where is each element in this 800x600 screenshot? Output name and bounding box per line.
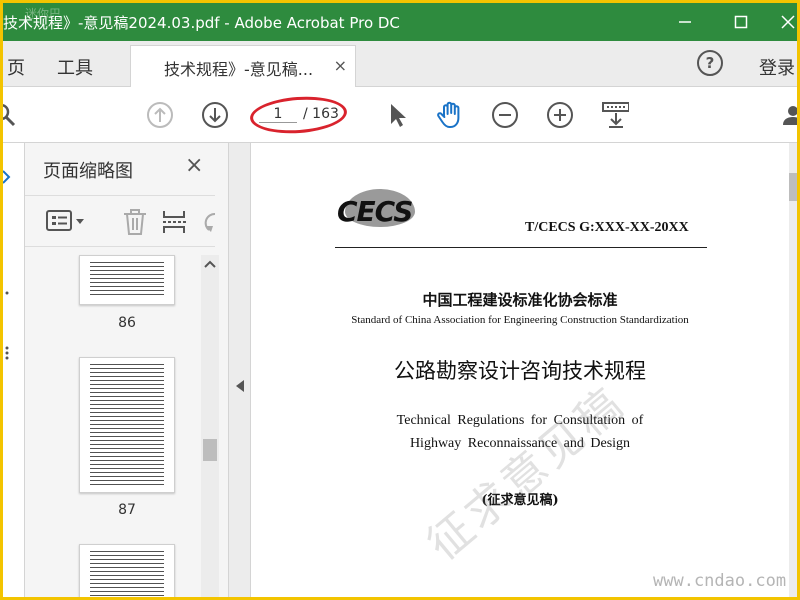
search-icon [3,103,16,127]
previous-page-button[interactable] [146,101,174,129]
user-icon [783,106,797,125]
tab-tools[interactable]: 工具 [57,54,93,80]
trash-icon [124,209,146,235]
thumbnails-close-icon[interactable]: × [185,153,203,178]
arrow-down-circle-icon [202,102,228,128]
site-watermark: www.cndao.com [653,571,787,591]
list-options-icon [46,210,84,231]
standard-code: T/CECS G:XXX-XX-20XX [525,220,689,235]
title-watermark: 迷你巴 [25,7,62,21]
tab-home[interactable]: 页 [7,54,25,80]
document-tab-close-icon[interactable]: × [334,56,347,75]
chevron-left-icon [236,380,244,392]
select-tool-button[interactable] [383,101,411,129]
delete-page-button[interactable] [121,208,149,240]
page-number-label: 86 [118,315,136,331]
thumbnails-panel-title: 页面缩略图 [43,161,133,182]
draft-watermark: 征求意见稿 [418,377,635,571]
thumbnails-scrollbar[interactable] [201,255,219,597]
page-thumbnail-87[interactable] [79,357,175,493]
thumbnail-options-button[interactable] [45,208,87,238]
organization-en: Standard of China Association for Engine… [351,314,689,326]
page-layout-button[interactable] [601,101,629,129]
page-thumbnail-88[interactable] [79,544,175,597]
title-bar: 技术规程》-意见稿2024.03.pdf - Adobe Acrobat Pro… [3,3,797,41]
close-window-button[interactable] [763,3,797,41]
scrollbar-thumb[interactable] [203,439,217,461]
cecs-logo-text: CECS [337,195,413,228]
document-title-cn: 公路勘察设计咨询技术规程 [394,359,646,383]
close-icon [781,15,795,29]
minimize-icon [679,21,691,23]
rotate-page-button[interactable] [201,208,217,240]
zoom-out-button[interactable] [491,101,519,129]
document-view[interactable]: CECS T/CECS G:XXX-XX-20XX 中国工程建设标准化协会标准 … [251,143,789,597]
chevron-up-icon[interactable] [204,259,216,269]
toolbar: 1 / 163 [3,87,797,143]
zoom-out-icon [492,102,518,128]
rotate-icon [204,212,216,232]
cursor-arrow-icon [391,104,406,127]
document-scrollbar-thumb[interactable] [789,173,797,201]
scroll-mode-icon [602,102,629,128]
search-button[interactable] [3,101,19,129]
insert-page-icon [163,211,187,233]
page-number-label: 87 [118,502,136,518]
hand-icon [437,101,460,128]
thumbnails-panel: 页面缩略图 × 86 87 [25,143,229,597]
insert-page-button[interactable] [161,208,189,240]
document-scrollbar[interactable] [789,143,797,597]
maximize-icon [734,15,748,29]
header-rule [335,247,707,248]
minimize-button[interactable] [660,3,710,41]
window-title: 技术规程》-意见稿2024.03.pdf - Adobe Acrobat Pro… [3,14,400,32]
hand-tool-button[interactable] [436,101,464,129]
document-tab[interactable]: 技术规程》-意见稿... × [130,45,356,88]
arrow-up-circle-icon [147,102,173,128]
next-page-button[interactable] [201,101,229,129]
left-nav-strip [3,143,25,597]
app-window: 技术规程》-意见稿2024.03.pdf - Adobe Acrobat Pro… [3,3,797,597]
zoom-in-icon [547,102,573,128]
account-button[interactable] [779,101,797,129]
help-button[interactable]: ? [697,50,723,76]
maximize-button[interactable] [716,3,766,41]
document-title-en-line1: Technical Regulations for Consultation o… [396,413,644,428]
document-tab-label: 技术规程》-意见稿... [164,60,314,79]
cecs-logo: CECS [337,187,423,229]
thumbnails-toolbar [25,195,217,247]
tab-bar: 页 工具 技术规程》-意见稿... × ? 登录 [3,41,797,88]
nav-strip-icons [3,170,11,360]
page-thumbnail-86[interactable] [79,255,175,305]
organization-cn: 中国工程建设标准化协会标准 [422,291,618,309]
login-button[interactable]: 登录 [759,54,795,80]
zoom-in-button[interactable] [546,101,574,129]
panel-collapse-handle[interactable] [229,143,251,597]
